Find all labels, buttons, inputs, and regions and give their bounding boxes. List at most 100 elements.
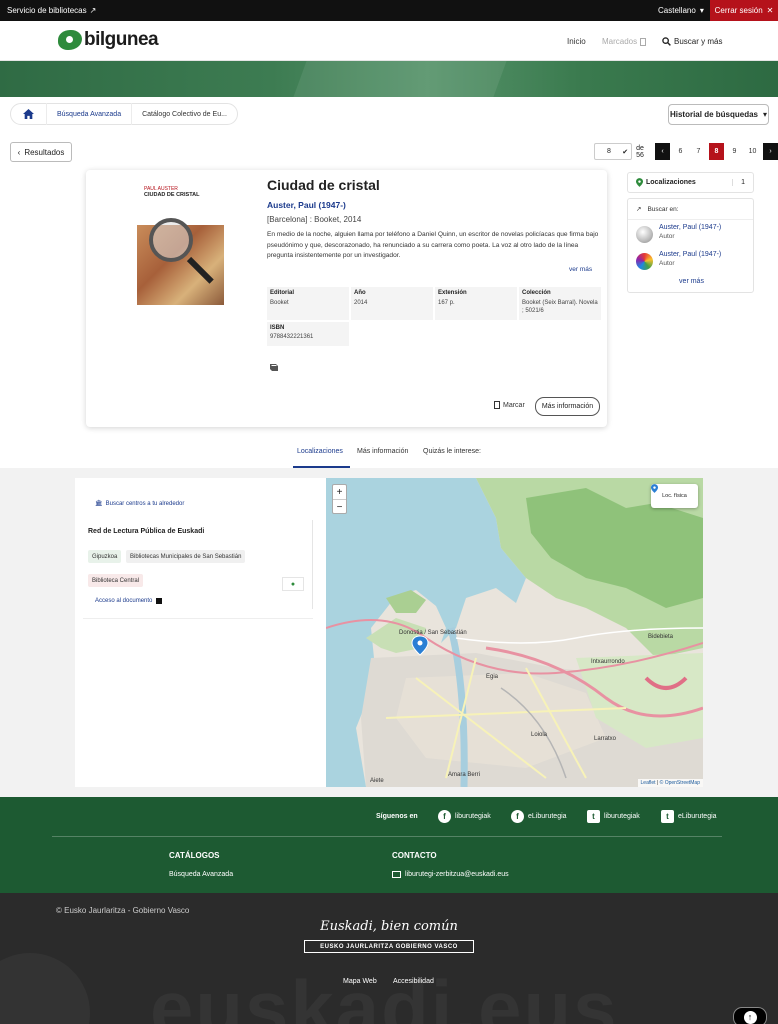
contact-email-link[interactable]: liburutegi-zerbitzua@euskadi.eus bbox=[392, 871, 509, 878]
library-chip: Biblioteca Central bbox=[88, 574, 144, 587]
social-link[interactable]: t eLiburutegia bbox=[661, 810, 717, 823]
record-title: Ciudad de cristal bbox=[267, 177, 380, 193]
page-link[interactable]: 6 bbox=[673, 143, 688, 160]
page-prev-button[interactable]: ‹ bbox=[655, 143, 670, 160]
search-in-item[interactable]: Auster, Paul (1947-) Autor bbox=[628, 247, 753, 274]
tab-more-info[interactable]: Más información bbox=[357, 448, 408, 455]
chevron-left-icon: ‹ bbox=[17, 147, 21, 157]
buildings-icon: 🏛 bbox=[95, 501, 103, 507]
map-label-intxaurrondo: Intxaurrondo bbox=[591, 659, 625, 665]
accessibility-link[interactable]: Accesibilidad bbox=[393, 978, 434, 985]
social-link[interactable]: f liburutegiak bbox=[438, 810, 491, 823]
page-link[interactable]: 10 bbox=[745, 143, 760, 160]
page-number-input[interactable]: 8 ✔ bbox=[594, 143, 633, 160]
book-cover[interactable]: PAUL AUSTER CIUDAD DE CRISTAL bbox=[137, 182, 224, 305]
facebook-icon: f bbox=[511, 810, 524, 823]
logo-mark-icon bbox=[58, 30, 82, 50]
language-selector[interactable]: Castellano ▾ bbox=[658, 6, 704, 15]
search-history-button[interactable]: Historial de búsquedas ▾ bbox=[668, 104, 769, 125]
social-label: eLiburutegia bbox=[678, 813, 717, 820]
follow-us-label: Síguenos en bbox=[376, 813, 418, 820]
see-more-link[interactable]: ver más bbox=[628, 278, 755, 285]
zoom-in-button[interactable]: + bbox=[333, 485, 346, 500]
osm-link[interactable]: © OpenStreetMap bbox=[660, 780, 700, 786]
external-link-icon: ↗ bbox=[89, 6, 97, 15]
fact-value: 167 p. bbox=[438, 300, 455, 306]
see-more-link[interactable]: ver más bbox=[569, 266, 592, 273]
twitter-icon: t bbox=[661, 810, 674, 823]
logout-button[interactable]: Cerrar sesión ✕ bbox=[710, 0, 778, 21]
envelope-icon bbox=[392, 871, 401, 878]
social-link[interactable]: t liburutegiak bbox=[587, 810, 640, 823]
page-next-button[interactable]: › bbox=[763, 143, 778, 160]
fact-value: Booket bbox=[270, 300, 289, 306]
fact-isbn: ISBN 9788432221361 bbox=[267, 322, 349, 346]
record-tabs: Localizaciones Más información Quizás le… bbox=[0, 440, 778, 468]
fact-collection: Colección Booket (Seix Barral). Novela ;… bbox=[519, 287, 601, 320]
nearby-centers-button[interactable]: 🏛 Buscar centros a tu alrededor bbox=[95, 500, 184, 508]
location-map[interactable]: Donostia / San Sebastián Bidebieta Intxa… bbox=[326, 478, 703, 787]
back-to-results-button[interactable]: ‹ Resultados bbox=[10, 142, 72, 162]
search-in-label: Buscar en: bbox=[647, 205, 679, 213]
footer-advanced-search-link[interactable]: Búsqueda Avanzada bbox=[169, 871, 233, 878]
top-bar: Servicio de bibliotecas ↗ Castellano ▾ C… bbox=[0, 0, 778, 21]
check-icon[interactable]: ✔ bbox=[622, 148, 628, 156]
cover-title: CIUDAD DE CRISTAL bbox=[144, 192, 200, 198]
fact-year: Año 2014 bbox=[351, 287, 433, 320]
tab-locations[interactable]: Localizaciones bbox=[297, 448, 343, 455]
map-pin-icon bbox=[651, 484, 658, 493]
library-group-chip: Bibliotecas Municipales de San Sebastián bbox=[126, 550, 246, 563]
search-history-label: Historial de búsquedas bbox=[669, 110, 758, 119]
external-link-icon bbox=[156, 598, 163, 604]
slogan: Euskadi, bien común bbox=[320, 919, 458, 934]
tab-suggestions[interactable]: Quizás le interese: bbox=[423, 448, 481, 455]
locations-summary[interactable]: Localizaciones 1 bbox=[627, 172, 754, 193]
facebook-icon: f bbox=[438, 810, 451, 823]
footer-legal: euskadi.eus © Eusko Jaurlaritza - Gobier… bbox=[0, 893, 778, 1024]
back-to-top-button[interactable]: ↑ bbox=[733, 1007, 767, 1024]
pagination: 8 ✔ de 56 ‹ 6 7 8 9 10 › bbox=[594, 143, 778, 160]
location-entry: Red de Lectura Pública de Euskadi Gipuzk… bbox=[83, 520, 313, 609]
social-link[interactable]: f eLiburutegia bbox=[511, 810, 567, 823]
document-access-link[interactable]: Acceso al documento bbox=[95, 598, 163, 604]
catalogs-heading: CATÁLOGOS bbox=[169, 851, 220, 860]
mark-button[interactable]: Marcar bbox=[494, 401, 525, 409]
service-link[interactable]: Servicio de bibliotecas ↗ bbox=[7, 6, 96, 15]
fact-key: Año bbox=[354, 290, 366, 296]
breadcrumb-advanced-search[interactable]: Búsqueda Avanzada bbox=[47, 103, 133, 125]
external-link-icon: ↗ bbox=[636, 206, 642, 213]
nav-marked-label: Marcados bbox=[602, 37, 638, 46]
nav-marked[interactable]: Marcados bbox=[602, 37, 647, 46]
physical-location-label: Loc. física bbox=[662, 493, 687, 499]
site-logo[interactable]: bilgunea bbox=[58, 29, 159, 51]
record-description: En medio de la noche, alguien llama por … bbox=[267, 231, 599, 259]
page-link-active[interactable]: 8 bbox=[709, 143, 724, 160]
nav-search[interactable]: Buscar y más bbox=[662, 37, 722, 46]
fact-extent: Extensión 167 p. bbox=[435, 287, 517, 320]
record-author[interactable]: Auster, Paul (1947-) bbox=[267, 200, 346, 210]
search-in-role: Autor bbox=[659, 233, 675, 240]
library-network: Red de Lectura Pública de Euskadi bbox=[88, 528, 205, 535]
page-link[interactable]: 7 bbox=[691, 143, 706, 160]
page-link[interactable]: 9 bbox=[727, 143, 742, 160]
home-icon[interactable] bbox=[11, 103, 47, 125]
nav-home[interactable]: Inicio bbox=[567, 37, 586, 46]
locations-list-panel: 🏛 Buscar centros a tu alrededor Red de L… bbox=[75, 478, 326, 787]
contact-heading: CONTACTO bbox=[392, 851, 437, 860]
record-card: PAUL AUSTER CIUDAD DE CRISTAL Ciudad de … bbox=[86, 170, 607, 427]
map-label-amara: Amara Berri bbox=[448, 772, 480, 778]
more-info-button[interactable]: Más información bbox=[535, 397, 600, 416]
map-label-city: Donostia / San Sebastián bbox=[399, 630, 467, 636]
map-pin-icon[interactable]: ● bbox=[282, 577, 304, 591]
fact-key: ISBN bbox=[270, 325, 285, 331]
leaflet-link[interactable]: Leaflet bbox=[641, 780, 656, 786]
breadcrumb-current: Catálogo Colectivo de Eu... bbox=[142, 110, 227, 118]
euskadi-logo[interactable]: Euskadi, bien común EUSKO JAURLARITZA GO… bbox=[304, 919, 474, 953]
physical-location-button[interactable]: Loc. física bbox=[651, 484, 698, 508]
search-in-item[interactable]: Auster, Paul (1947-) Autor bbox=[628, 220, 753, 247]
fact-key: Editorial bbox=[270, 290, 295, 296]
zoom-out-button[interactable]: − bbox=[333, 500, 346, 515]
sitemap-link[interactable]: Mapa Web bbox=[343, 978, 377, 985]
contact-email-label: liburutegi-zerbitzua@euskadi.eus bbox=[405, 871, 509, 878]
results-label: Resultados bbox=[24, 147, 65, 157]
